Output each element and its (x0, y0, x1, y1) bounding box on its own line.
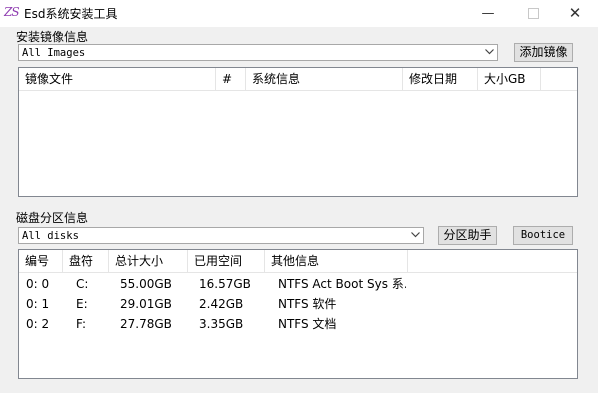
maximize-button[interactable] (511, 0, 555, 27)
total-size: 27.78GB (120, 317, 172, 331)
column-header[interactable]: 已用空间 (188, 250, 265, 272)
drive-letter: F: (76, 317, 87, 331)
column-header[interactable]: 编号 (19, 250, 63, 272)
disk-select[interactable]: All disks (18, 227, 424, 244)
image-select[interactable]: All Images (18, 44, 498, 61)
chevron-down-icon (483, 45, 495, 60)
zs-logo-icon: ZS (4, 5, 20, 19)
total-size: 55.00GB (120, 277, 172, 291)
table-row[interactable]: 0: 1 E: 29.01GB 2.42GB NTFS 软件 (19, 294, 577, 314)
other-info: NTFS Act Boot Sys 系… (278, 277, 406, 291)
image-select-value: All Images (22, 47, 86, 59)
column-header[interactable]: 其他信息 (265, 250, 408, 272)
title-bar[interactable]: ZS Esd系统安装工具 — ✕ (0, 0, 598, 27)
close-button[interactable]: ✕ (553, 0, 597, 27)
drive-letter: C: (76, 277, 89, 291)
column-header[interactable]: 镜像文件 (19, 68, 216, 90)
minimize-icon: — (481, 6, 495, 21)
disk-list[interactable]: 编号 盘符 总计大小 已用空间 其他信息 0: 0 C: 55.00GB 16.… (18, 249, 578, 379)
close-icon: ✕ (568, 4, 582, 22)
maximize-icon (527, 8, 539, 19)
image-list[interactable]: 镜像文件 # 系统信息 修改日期 大小GB (18, 67, 578, 197)
column-header[interactable]: 总计大小 (109, 250, 188, 272)
partition-id: 0: 0 (26, 277, 50, 291)
column-header[interactable]: 盘符 (63, 250, 109, 272)
add-image-button[interactable]: 添加镜像 (514, 43, 573, 62)
chevron-down-icon (409, 228, 421, 243)
drive-letter: E: (76, 297, 88, 311)
window-title: Esd系统安装工具 (24, 7, 118, 21)
disk-section-label: 磁盘分区信息 (16, 211, 89, 225)
used-space: 2.42GB (199, 297, 244, 311)
minimize-button[interactable]: — (466, 0, 510, 27)
column-header[interactable]: # (216, 68, 246, 90)
partition-id: 0: 1 (26, 297, 50, 311)
other-info: NTFS 软件 (278, 297, 337, 311)
partition-assistant-button[interactable]: 分区助手 (438, 226, 497, 245)
total-size: 29.01GB (120, 297, 172, 311)
column-header[interactable]: 修改日期 (403, 68, 478, 90)
image-list-header: 镜像文件 # 系统信息 修改日期 大小GB (19, 68, 577, 91)
partition-id: 0: 2 (26, 317, 50, 331)
column-header[interactable]: 大小GB (478, 68, 541, 90)
table-row[interactable]: 0: 2 F: 27.78GB 3.35GB NTFS 文档 (19, 314, 577, 334)
image-section-label: 安装镜像信息 (16, 30, 89, 44)
used-space: 3.35GB (199, 317, 244, 331)
used-space: 16.57GB (199, 277, 251, 291)
disk-list-header: 编号 盘符 总计大小 已用空间 其他信息 (19, 250, 577, 273)
bootice-button[interactable]: Bootice (513, 226, 573, 245)
table-row[interactable]: 0: 0 C: 55.00GB 16.57GB NTFS Act Boot Sy… (19, 274, 577, 294)
other-info: NTFS 文档 (278, 317, 337, 331)
column-header[interactable]: 系统信息 (246, 68, 403, 90)
disk-select-value: All disks (22, 230, 79, 242)
